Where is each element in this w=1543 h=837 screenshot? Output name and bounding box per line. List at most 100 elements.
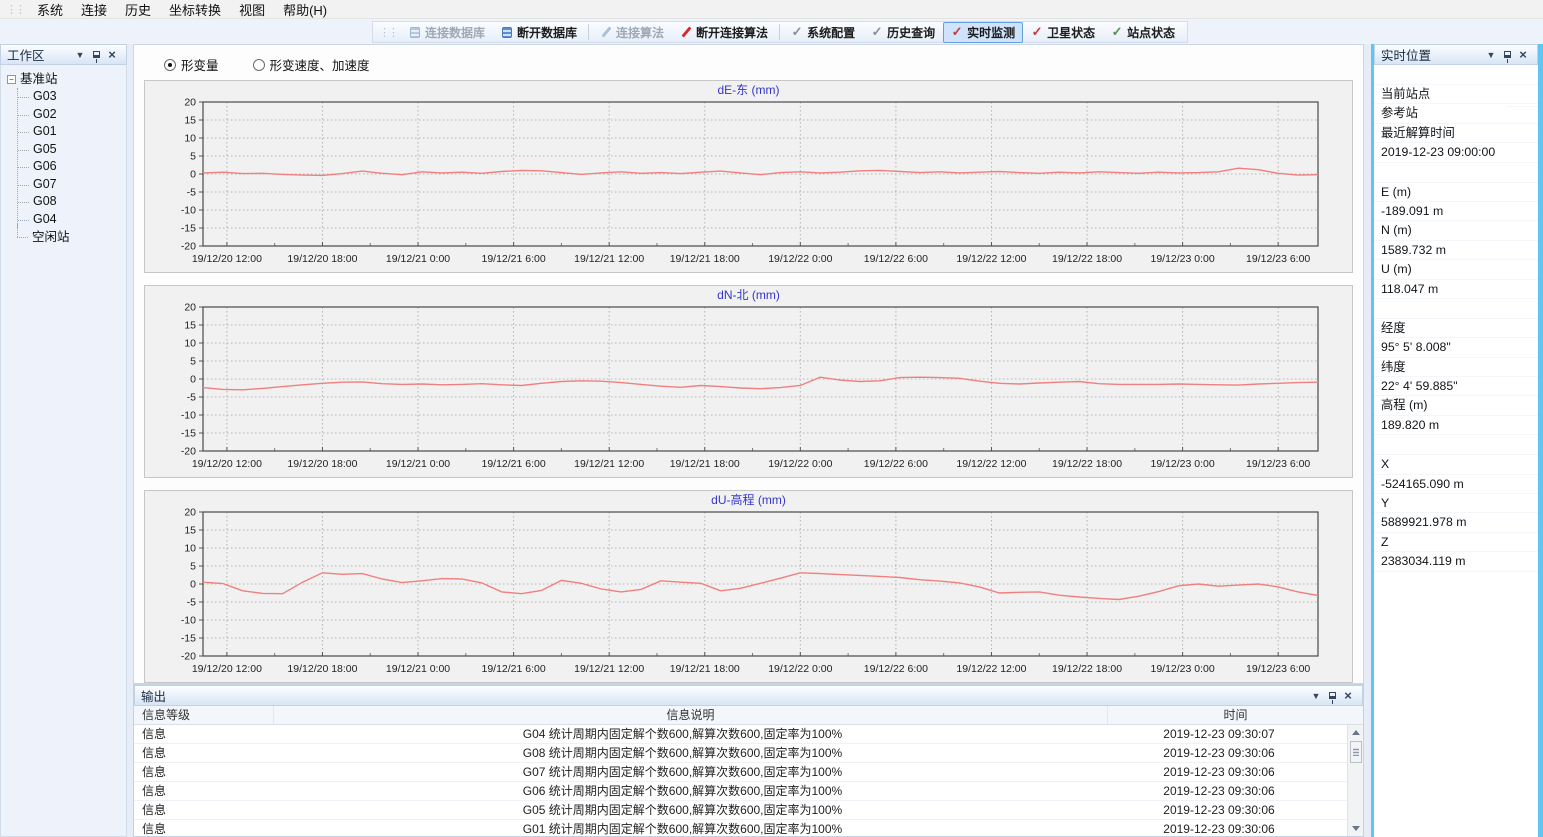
position-field-label: 最近解算时间 — [1374, 124, 1538, 143]
toolbar-button-algorithm-connect[interactable]: 连接算法 — [592, 22, 672, 43]
position-field-label: 纬度 — [1374, 358, 1538, 377]
output-table-header: 信息等级 信息说明 时间 — [134, 706, 1363, 725]
log-message: G05 统计周期内固定解个数600,解算次数600,固定率为100% — [274, 801, 1092, 819]
svg-text:19/12/22 6:00: 19/12/22 6:00 — [864, 458, 928, 470]
database-disconnect-icon-glyph — [502, 27, 512, 38]
svg-text:19/12/21 0:00: 19/12/21 0:00 — [386, 458, 450, 470]
scroll-up-icon[interactable] — [1349, 725, 1363, 739]
position-pin-icon[interactable] — [1499, 50, 1515, 60]
workspace-close-icon[interactable]: × — [104, 50, 120, 60]
tree-node-station-G07[interactable]: G07 — [18, 176, 126, 194]
algorithm-disconnect-icon-glyph — [681, 26, 691, 37]
log-level: 信息 — [134, 744, 274, 762]
position-field-value: 95° 5' 8.008" — [1374, 338, 1538, 357]
radio-velocity-acceleration[interactable]: 形变速度、加速度 — [253, 55, 370, 74]
column-header-time: 时间 — [1108, 706, 1363, 724]
toolbar-button-algorithm-disconnect[interactable]: 断开连接算法 — [672, 22, 776, 43]
svg-text:-15: -15 — [181, 633, 196, 645]
toolbar-button-realtime-monitor[interactable]: ✓实时监测 — [943, 22, 1023, 43]
svg-text:19/12/20 12:00: 19/12/20 12:00 — [192, 253, 262, 265]
svg-text:20: 20 — [184, 303, 196, 314]
svg-text:19/12/23 0:00: 19/12/23 0:00 — [1150, 253, 1214, 265]
position-field-label: U (m) — [1374, 260, 1538, 279]
svg-text:19/12/21 0:00: 19/12/21 0:00 — [386, 253, 450, 265]
output-log-row[interactable]: 信息G08 统计周期内固定解个数600,解算次数600,固定率为100%2019… — [134, 744, 1347, 763]
log-time: 2019-12-23 09:30:06 — [1092, 744, 1347, 762]
output-log-row[interactable]: 信息G07 统计周期内固定解个数600,解算次数600,固定率为100%2019… — [134, 763, 1347, 782]
menu-item[interactable]: 连接 — [72, 0, 116, 20]
svg-text:-20: -20 — [181, 241, 196, 253]
tree-collapse-icon[interactable]: − — [7, 75, 16, 84]
svg-text:10: 10 — [184, 338, 196, 350]
toolbar-button-database-disconnect[interactable]: 断开数据库 — [493, 22, 585, 43]
output-close-icon[interactable]: × — [1340, 691, 1356, 701]
position-field-value: 189.820 m — [1374, 416, 1538, 435]
log-message: G06 统计周期内固定解个数600,解算次数600,固定率为100% — [274, 782, 1092, 800]
tree-station-list: G03G02G01G05G06G07G08G04 — [17, 88, 126, 228]
position-close-icon[interactable]: × — [1515, 50, 1531, 60]
output-log-row[interactable]: 信息G06 统计周期内固定解个数600,解算次数600,固定率为100%2019… — [134, 782, 1347, 801]
svg-text:19/12/21 12:00: 19/12/21 12:00 — [574, 458, 644, 470]
output-menu-arrow-icon[interactable]: ▼ — [1308, 691, 1324, 701]
svg-text:19/12/22 12:00: 19/12/22 12:00 — [956, 458, 1026, 470]
output-log-row[interactable]: 信息G01 统计周期内固定解个数600,解算次数600,固定率为100%2019… — [134, 820, 1347, 836]
satellite-status-icon-glyph: ✓ — [1032, 26, 1043, 38]
menu-item[interactable]: 视图 — [230, 0, 274, 20]
menu-item[interactable]: 坐标转换 — [160, 0, 230, 20]
menu-item[interactable]: 历史 — [116, 0, 160, 20]
log-level: 信息 — [134, 801, 274, 819]
svg-text:0: 0 — [190, 374, 196, 386]
database-disconnect-icon — [501, 26, 513, 38]
tree-node-station-G04[interactable]: G04 — [18, 211, 126, 229]
position-field-label: Y — [1374, 494, 1538, 513]
tree-node-idle-stations[interactable]: 空闲站 — [17, 228, 126, 246]
log-time: 2019-12-23 09:30:06 — [1092, 820, 1347, 836]
toolbar-separator — [779, 24, 780, 40]
svg-text:19/12/23 6:00: 19/12/23 6:00 — [1246, 458, 1310, 470]
toolbar-button-label: 连接数据库 — [425, 24, 485, 41]
radio-selected-icon — [164, 59, 176, 71]
menu-item[interactable]: 帮助(H) — [274, 0, 336, 20]
position-gap — [1374, 299, 1538, 319]
output-log-row[interactable]: 信息G05 统计周期内固定解个数600,解算次数600,固定率为100%2019… — [134, 801, 1347, 820]
output-pin-icon[interactable] — [1324, 691, 1340, 701]
scroll-down-icon[interactable] — [1349, 822, 1363, 836]
svg-text:-15: -15 — [181, 223, 196, 235]
svg-text:-20: -20 — [181, 651, 196, 663]
svg-text:10: 10 — [184, 133, 196, 145]
autohide-edge-strip[interactable] — [1538, 44, 1543, 837]
tree-node-station-G01[interactable]: G01 — [18, 123, 126, 141]
realtime-monitor-icon-glyph: ✓ — [952, 26, 963, 38]
toolbar-button-history-query[interactable]: ✓历史查询 — [863, 22, 943, 43]
toolbar-button-system-config[interactable]: ✓系统配置 — [783, 22, 863, 43]
svg-text:20: 20 — [184, 98, 196, 109]
output-log-row[interactable]: 信息G04 统计周期内固定解个数600,解算次数600,固定率为100%2019… — [134, 725, 1347, 744]
tree-node-station-G08[interactable]: G08 — [18, 193, 126, 211]
svg-text:5: 5 — [190, 561, 196, 573]
system-config-icon: ✓ — [791, 26, 803, 38]
scrollbar-thumb[interactable] — [1350, 741, 1362, 763]
svg-text:19/12/21 6:00: 19/12/21 6:00 — [481, 253, 545, 265]
tree-node-station-G05[interactable]: G05 — [18, 141, 126, 159]
radio-deformation-label: 形变量 — [181, 55, 219, 74]
toolbar-button-station-status[interactable]: ✓站点状态 — [1103, 22, 1183, 43]
menu-item[interactable]: 系统 — [28, 0, 72, 20]
output-scrollbar[interactable] — [1347, 725, 1363, 836]
position-panel-titlebar: 实时位置 ▼ × — [1374, 44, 1538, 65]
tree-node-station-G06[interactable]: G06 — [18, 158, 126, 176]
toolbar-button-satellite-status[interactable]: ✓卫星状态 — [1023, 22, 1103, 43]
position-field-value: 22° 4' 59.885" — [1374, 377, 1538, 396]
workspace-tree: − 基准站 G03G02G01G05G06G07G08G04 空闲站 — [0, 65, 127, 837]
workspace-menu-arrow-icon[interactable]: ▼ — [72, 50, 88, 60]
toolbar-button-database-connect[interactable]: 连接数据库 — [401, 22, 493, 43]
tree-node-station-G02[interactable]: G02 — [18, 106, 126, 124]
position-gap — [1374, 435, 1538, 455]
radio-deformation[interactable]: 形变量 — [164, 55, 219, 74]
svg-text:-10: -10 — [181, 205, 196, 217]
satellite-status-icon: ✓ — [1031, 26, 1043, 38]
position-menu-arrow-icon[interactable]: ▼ — [1483, 50, 1499, 60]
log-level: 信息 — [134, 725, 274, 743]
workspace-pin-icon[interactable] — [88, 50, 104, 60]
tree-node-station-G03[interactable]: G03 — [18, 88, 126, 106]
tree-node-base-stations[interactable]: − 基准站 — [7, 71, 126, 88]
